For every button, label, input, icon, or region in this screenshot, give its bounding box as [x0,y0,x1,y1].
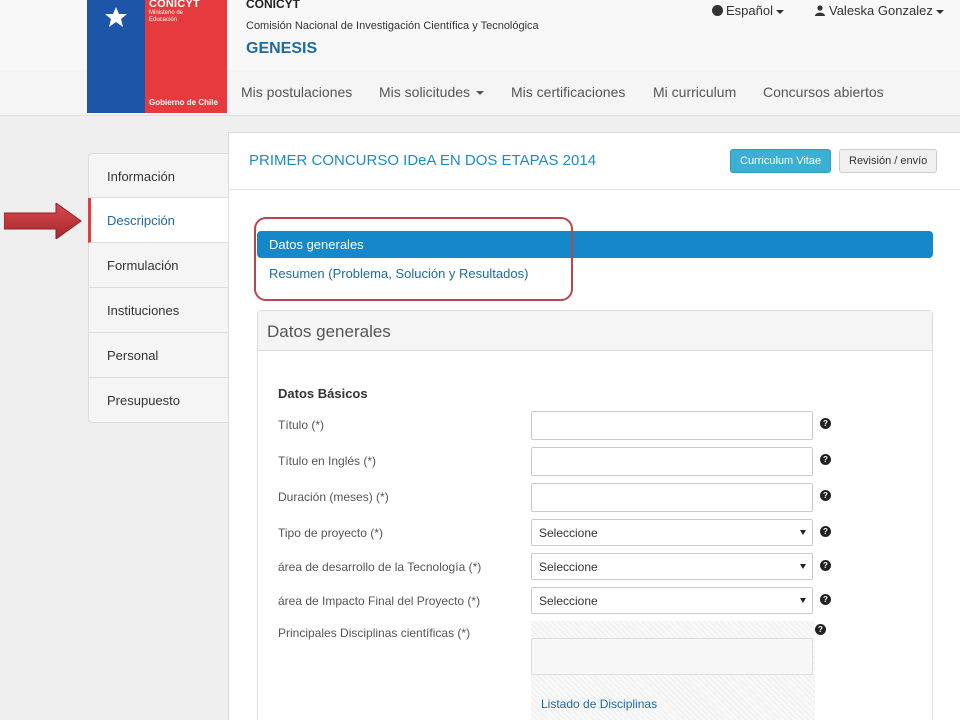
help-icon[interactable]: ? [815,624,826,635]
disciplinas-input[interactable] [531,638,813,675]
revision-envio-button[interactable]: Revisión / envío [839,149,938,173]
sidebar-item-personal[interactable]: Personal [88,333,229,378]
sidebar-item-informacion[interactable]: Información [88,153,229,198]
language-dropdown[interactable]: Español [712,3,784,18]
duracion-label: Duración (meses) (*) [278,490,389,504]
main-panel: PRIMER CONCURSO IDeA EN DOS ETAPAS 2014 … [228,132,960,720]
tipo-proyecto-label: Tipo de proyecto (*) [278,526,383,540]
user-name: Valeska Gonzalez [829,3,933,18]
help-icon[interactable]: ? [820,490,831,501]
titulo-ingles-input[interactable] [531,447,813,476]
org-name: CONICYT [246,0,300,11]
nav-concursos-abiertos[interactable]: Concursos abiertos [763,84,884,100]
tipo-proyecto-select[interactable]: Seleccione [531,519,813,546]
help-icon[interactable]: ? [820,526,831,537]
area-tecnologia-label: área de desarrollo de la Tecnología (*) [278,560,482,574]
caret-down-icon [775,9,784,14]
user-menu[interactable]: Valeska Gonzalez [815,3,944,18]
nav-mis-certificaciones[interactable]: Mis certificaciones [511,84,625,100]
nav-mis-solicitudes[interactable]: Mis solicitudes [379,84,485,100]
area-impacto-select[interactable]: Seleccione [531,587,813,614]
divider [229,189,960,190]
sidebar-item-instituciones[interactable]: Instituciones [88,288,229,333]
help-icon[interactable]: ? [820,418,831,429]
org-full-name: Comisión Nacional de Investigación Cient… [246,20,539,32]
highlight-annotation [254,217,573,301]
duracion-input[interactable] [531,483,813,512]
logo-ministry-text: Ministerio de Educación [149,10,184,23]
caret-down-icon [476,91,485,96]
disciplinas-area: Listado de Disciplinas [531,621,815,720]
disciplinas-label: Principales Disciplinas científicas (*) [278,626,471,640]
datos-generales-box: Datos generales Datos Básicos Título (*)… [257,310,933,720]
header: CONICYT Ministerio de Educación Gobierno… [0,0,960,116]
box-heading: Datos generales [258,311,932,351]
select-value: Seleccione [539,526,598,540]
area-impacto-label: área de Impacto Final del Proyecto (*) [278,594,481,608]
conicyt-logo[interactable]: CONICYT Ministerio de Educación Gobierno… [87,0,227,113]
app-name: GENESIS [246,40,318,57]
coat-of-arms-icon [101,6,131,28]
nav-mis-postulaciones[interactable]: Mis postulaciones [241,84,352,100]
arrow-right-icon [4,203,82,239]
dropdown-arrow-icon [800,598,806,603]
dropdown-arrow-icon [800,530,806,535]
nav-mis-solicitudes-label: Mis solicitudes [379,84,471,100]
dropdown-arrow-icon [800,564,806,569]
titulo-ingles-label: Título en Inglés (*) [278,454,377,468]
sidebar-item-descripcion[interactable]: Descripción [88,198,229,243]
listado-disciplinas-link[interactable]: Listado de Disciplinas [541,697,657,711]
logo-blue-panel [87,0,145,113]
logo-government-text: Gobierno de Chile [149,98,218,107]
section-title: Datos Básicos [278,386,368,401]
user-icon [815,4,825,16]
area-tecnologia-select[interactable]: Seleccione [531,553,813,580]
curriculum-vitae-button[interactable]: Curriculum Vitae [730,149,832,173]
globe-icon [712,5,723,16]
titulo-label: Título (*) [278,418,325,432]
select-value: Seleccione [539,560,598,574]
language-label: Español [726,3,773,18]
page-title: PRIMER CONCURSO IDeA EN DOS ETAPAS 2014 [249,152,597,169]
help-icon[interactable]: ? [820,454,831,465]
sidebar-item-presupuesto[interactable]: Presupuesto [88,378,229,423]
sidebar-item-formulacion[interactable]: Formulación [88,243,229,288]
titulo-input[interactable] [531,411,813,440]
help-icon[interactable]: ? [820,594,831,605]
help-icon[interactable]: ? [820,560,831,571]
caret-down-icon [935,9,944,14]
sidebar: Información Descripción Formulación Inst… [88,153,229,423]
select-value: Seleccione [539,594,598,608]
logo-org-text: CONICYT [149,0,200,10]
nav-mi-curriculum[interactable]: Mi curriculum [653,84,736,100]
